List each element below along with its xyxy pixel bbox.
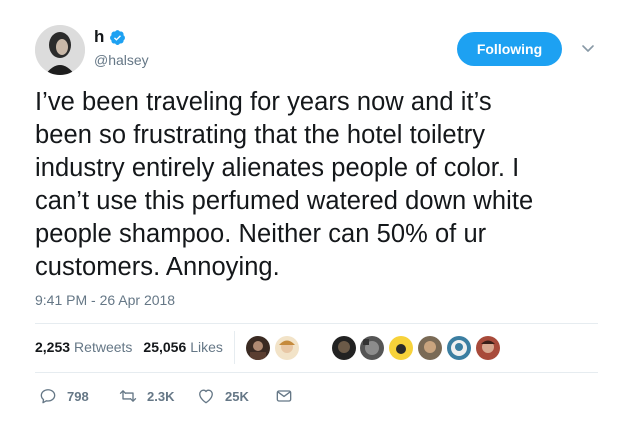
tweet-text-line: customers. Annoying. [35, 253, 280, 281]
reply-action[interactable]: 798 [38, 386, 89, 406]
retweets-label[interactable]: Retweets [74, 339, 132, 355]
liker-avatar[interactable] [417, 335, 443, 361]
author-name-row[interactable]: h [94, 27, 126, 47]
likes-count[interactable]: 25,056 [143, 339, 186, 355]
tweet-text-line: can’t use this perfumed watered down whi… [35, 187, 534, 215]
tweet-text-line: industry entirely alienates people of co… [35, 154, 520, 182]
like-count: 25K [225, 388, 249, 404]
author-avatar[interactable] [35, 25, 85, 75]
retweet-count: 2.3K [147, 388, 175, 404]
verified-badge-icon [110, 29, 126, 45]
retweeter-avatar[interactable] [274, 335, 300, 361]
heart-icon [199, 389, 213, 404]
like-action[interactable]: 25K [196, 386, 249, 406]
reply-icon [40, 389, 56, 404]
retweeter-avatar[interactable] [245, 335, 271, 361]
liker-avatar[interactable] [446, 335, 472, 361]
tweet-text: I’ve been traveling for years now and it… [35, 86, 610, 284]
retweets-count[interactable]: 2,253 [35, 339, 70, 355]
author-display-name[interactable]: h [94, 27, 104, 47]
liker-avatar[interactable] [388, 335, 414, 361]
liker-avatar[interactable] [475, 335, 501, 361]
tweet-stats: 2,253 Retweets 25,056 Likes [35, 339, 234, 355]
author-handle[interactable]: @halsey [94, 52, 149, 68]
tweet-timestamp[interactable]: 9:41 PM - 26 Apr 2018 [35, 292, 175, 308]
divider [35, 323, 598, 324]
following-button[interactable]: Following [457, 32, 562, 66]
tweet-text-line: people shampoo. Neither can 50% of ur [35, 220, 487, 248]
chevron-down-icon[interactable] [580, 40, 596, 56]
likes-label[interactable]: Likes [190, 339, 223, 355]
retweet-action[interactable]: 2.3K [118, 386, 174, 406]
divider [35, 372, 598, 373]
liker-avatar[interactable] [359, 335, 385, 361]
envelope-icon [276, 390, 292, 402]
reply-count: 798 [67, 388, 89, 404]
retweet-icon [119, 390, 137, 402]
tweet-card: h @halsey Following I’ve been traveling … [0, 0, 634, 428]
tweet-text-line: I’ve been traveling for years now and it… [35, 88, 492, 116]
liker-avatar[interactable] [331, 335, 357, 361]
tweet-text-line: been so frustrating that the hotel toile… [35, 121, 486, 149]
stats-separator [234, 331, 235, 364]
direct-message-action[interactable] [274, 386, 294, 406]
